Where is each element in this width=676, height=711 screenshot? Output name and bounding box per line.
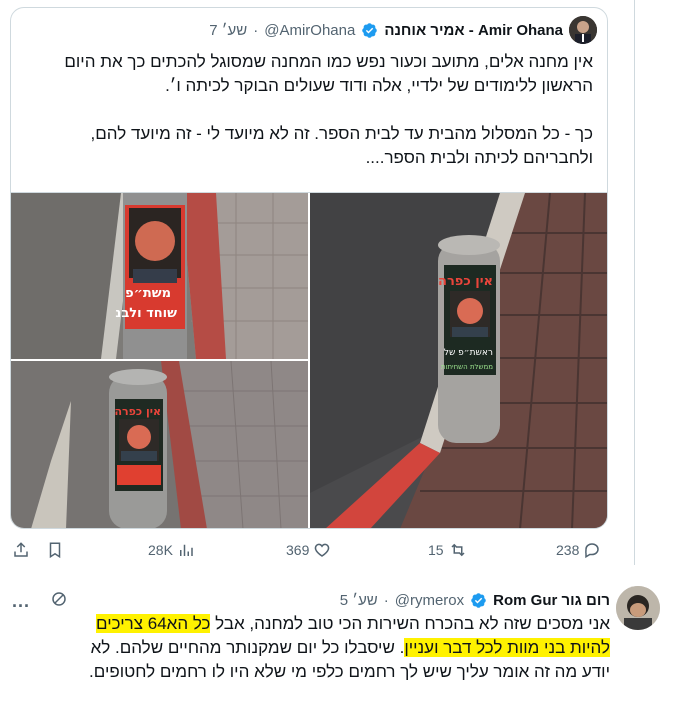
sticker-text: אין כפרה (115, 405, 162, 418)
separator-dot: · (253, 21, 259, 39)
tweet-actions-bar: 28K 369 15 238 (0, 534, 620, 566)
author-handle[interactable]: @rymerox (395, 592, 464, 609)
sticker-text: שוחד ולבנ (115, 306, 177, 321)
reply-line: להיות בני מוות לכל דבר ועניין. שיסבלו כל… (50, 636, 610, 660)
ban-icon[interactable] (50, 590, 68, 613)
reply-line: יודע מה זה אומר עליך שיש לך רחמים כלפי מ… (89, 662, 610, 681)
highlighted-text: להיות בני מוות לכל דבר ועניין (404, 638, 610, 657)
sticker-text: ראשת״פ של (444, 348, 493, 358)
highlighted-text: כל הא64 צריכים (96, 614, 211, 633)
views-button[interactable]: 28K (148, 534, 195, 566)
views-count: 28K (148, 542, 173, 558)
share-button[interactable] (12, 534, 30, 566)
reply-count: 238 (556, 542, 580, 558)
retweet-icon (448, 541, 468, 559)
reply-count-button[interactable]: 238 (556, 534, 601, 566)
media-grid: משת״פ שוחד ולבנ אין כפרה אין כפרה ראשת״פ… (11, 192, 607, 528)
tweet-time[interactable]: 7 שע׳ (209, 22, 247, 39)
reply-header: Rom Gur רום גור @rymerox · 5 שע׳ (340, 588, 610, 612)
reply-tools: ... (12, 590, 68, 613)
views-icon (177, 541, 195, 559)
photo-right[interactable]: אין כפרה ראשת״פ של ממשלת השחיתות (310, 193, 607, 528)
author-handle[interactable]: @AmirOhana (264, 22, 355, 39)
sticker-text: אין כפרה (438, 274, 493, 289)
reply-text-segment: . שיסבלו כל יום שמקנותר מהחיים שלהם. לא (90, 638, 405, 657)
reply-text: אני מסכים שזה לא בהכרח השירות הכי טוב למ… (50, 612, 610, 684)
author-name[interactable]: Rom Gur רום גור (493, 592, 610, 609)
more-icon[interactable]: ... (12, 591, 30, 612)
like-count: 369 (286, 542, 310, 558)
like-button[interactable]: 369 (286, 534, 331, 566)
verified-icon (361, 22, 378, 39)
separator-dot: · (383, 591, 389, 609)
reply-icon (583, 541, 601, 559)
retweet-count: 15 (428, 542, 444, 558)
sticker-text: ממשלת השחיתות (441, 363, 493, 371)
bookmark-button[interactable] (46, 534, 64, 566)
tweet-paragraph: אין מחנה אלים, מתועב וכעור נפש כמו המחנה… (64, 52, 593, 95)
quoted-tweet-text: אין מחנה אלים, מתועב וכעור נפש כמו המחנה… (25, 50, 593, 170)
photo-bottom-left[interactable]: אין כפרה (11, 361, 308, 528)
sticker-text: משת״פ (125, 286, 171, 301)
quoted-tweet-header: אמיר אוחנה - Amir Ohana @AmirOhana · 7 ש… (209, 16, 597, 44)
like-icon (313, 541, 331, 559)
photo-top-left[interactable]: משת״פ שוחד ולבנ (11, 193, 308, 359)
timeline-divider (634, 0, 635, 565)
avatar[interactable] (616, 586, 660, 630)
reply-text-segment: אני מסכים שזה לא בהכרח השירות הכי טוב למ… (210, 614, 610, 633)
quoted-tweet-card[interactable]: אמיר אוחנה - Amir Ohana @AmirOhana · 7 ש… (10, 7, 608, 529)
verified-icon (470, 592, 487, 609)
avatar[interactable] (569, 16, 597, 44)
tweet-time[interactable]: 5 שע׳ (340, 592, 378, 609)
tweet-paragraph: כך - כל המסלול מהבית עד לבית הספר. זה לא… (90, 124, 593, 167)
retweet-button[interactable]: 15 (428, 534, 468, 566)
author-name[interactable]: אמיר אוחנה - Amir Ohana (384, 22, 563, 39)
bookmark-icon (46, 541, 64, 559)
reply-line: אני מסכים שזה לא בהכרח השירות הכי טוב למ… (50, 612, 610, 636)
share-icon (12, 541, 30, 559)
